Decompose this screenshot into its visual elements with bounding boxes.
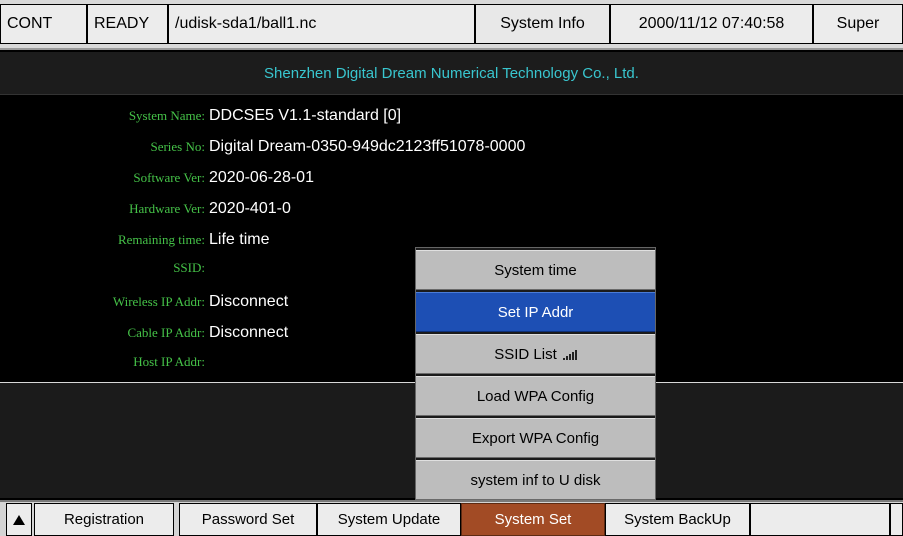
menu-item-label: Export WPA Config	[471, 429, 600, 447]
menu-item-load-wpa-config[interactable]: Load WPA Config	[416, 376, 655, 416]
info-label: Cable IP Addr:	[127, 325, 205, 340]
info-row: Cable IP Addr: Disconnect	[0, 319, 288, 347]
info-label: Series No:	[150, 139, 205, 154]
tab-system-set[interactable]: System Set	[461, 503, 605, 536]
system-set-menu: System time Set IP Addr SSID List Load W…	[415, 247, 656, 503]
info-row: Series No: Digital Dream-0350-949dc2123f…	[0, 133, 525, 161]
info-label: Software Ver:	[133, 170, 205, 185]
info-value: Life time	[209, 231, 270, 248]
menu-item-label: Load WPA Config	[476, 387, 595, 405]
menu-item-system-inf-to-u-disk[interactable]: system inf to U disk	[416, 460, 655, 500]
status-bar: CONT READY /udisk-sda1/ball1.nc System I…	[0, 0, 903, 50]
user-level: Super	[813, 4, 903, 44]
info-row: Remaining time: Life time	[0, 226, 269, 254]
info-row: Software Ver: 2020-06-28-01	[0, 164, 314, 192]
info-value: 2020-401-0	[209, 200, 291, 217]
menu-item-ssid-list[interactable]: SSID List	[416, 334, 655, 374]
tab-empty[interactable]	[890, 503, 903, 536]
menu-item-label: System time	[494, 261, 577, 279]
info-row: System Name: DDCSE5 V1.1-standard [0]	[0, 102, 401, 130]
menu-item-label: system inf to U disk	[470, 471, 601, 489]
menu-item-set-ip-addr[interactable]: Set IP Addr	[416, 292, 655, 332]
signal-icon	[562, 350, 577, 360]
info-value: DDCSE5 V1.1-standard [0]	[209, 107, 402, 124]
info-row: Host IP Addr:	[0, 348, 209, 376]
menu-item-label: SSID List	[494, 345, 557, 363]
info-row: SSID:	[0, 254, 209, 282]
info-label: System Name:	[128, 108, 205, 123]
tab-system-update[interactable]: System Update	[317, 503, 461, 536]
info-row: Wireless IP Addr: Disconnect	[0, 288, 288, 316]
file-path: /udisk-sda1/ball1.nc	[168, 4, 475, 44]
info-label: Wireless IP Addr:	[112, 294, 205, 309]
tab-empty[interactable]	[750, 503, 890, 536]
tab-system-backup[interactable]: System BackUp	[605, 503, 750, 536]
company-name: Shenzhen Digital Dream Numerical Technol…	[0, 52, 903, 95]
tab-bar: Registration Password Set System Update …	[0, 500, 903, 536]
page-title: System Info	[475, 4, 610, 44]
triangle-up-icon	[13, 514, 25, 525]
tab-password-set[interactable]: Password Set	[179, 503, 317, 536]
info-label: Host IP Addr:	[133, 354, 205, 369]
info-label: Hardware Ver:	[129, 201, 205, 216]
info-row: Hardware Ver: 2020-401-0	[0, 195, 291, 223]
info-value: Disconnect	[209, 293, 289, 310]
menu-item-export-wpa-config[interactable]: Export WPA Config	[416, 418, 655, 458]
info-label: SSID:	[173, 260, 205, 275]
menu-item-label: Set IP Addr	[497, 303, 574, 321]
info-value: 2020-06-28-01	[209, 169, 314, 186]
info-label: Remaining time:	[117, 232, 205, 247]
datetime: 2000/11/12 07:40:58	[610, 4, 813, 44]
tab-registration[interactable]: Registration	[34, 503, 174, 536]
state-indicator: READY	[87, 4, 168, 44]
tab-up-arrow-button[interactable]	[6, 503, 32, 536]
info-value: Disconnect	[209, 324, 289, 341]
menu-item-system-time[interactable]: System time	[416, 250, 655, 290]
mode-indicator: CONT	[0, 4, 87, 44]
info-value: Digital Dream-0350-949dc2123ff51078-0000	[209, 138, 526, 155]
